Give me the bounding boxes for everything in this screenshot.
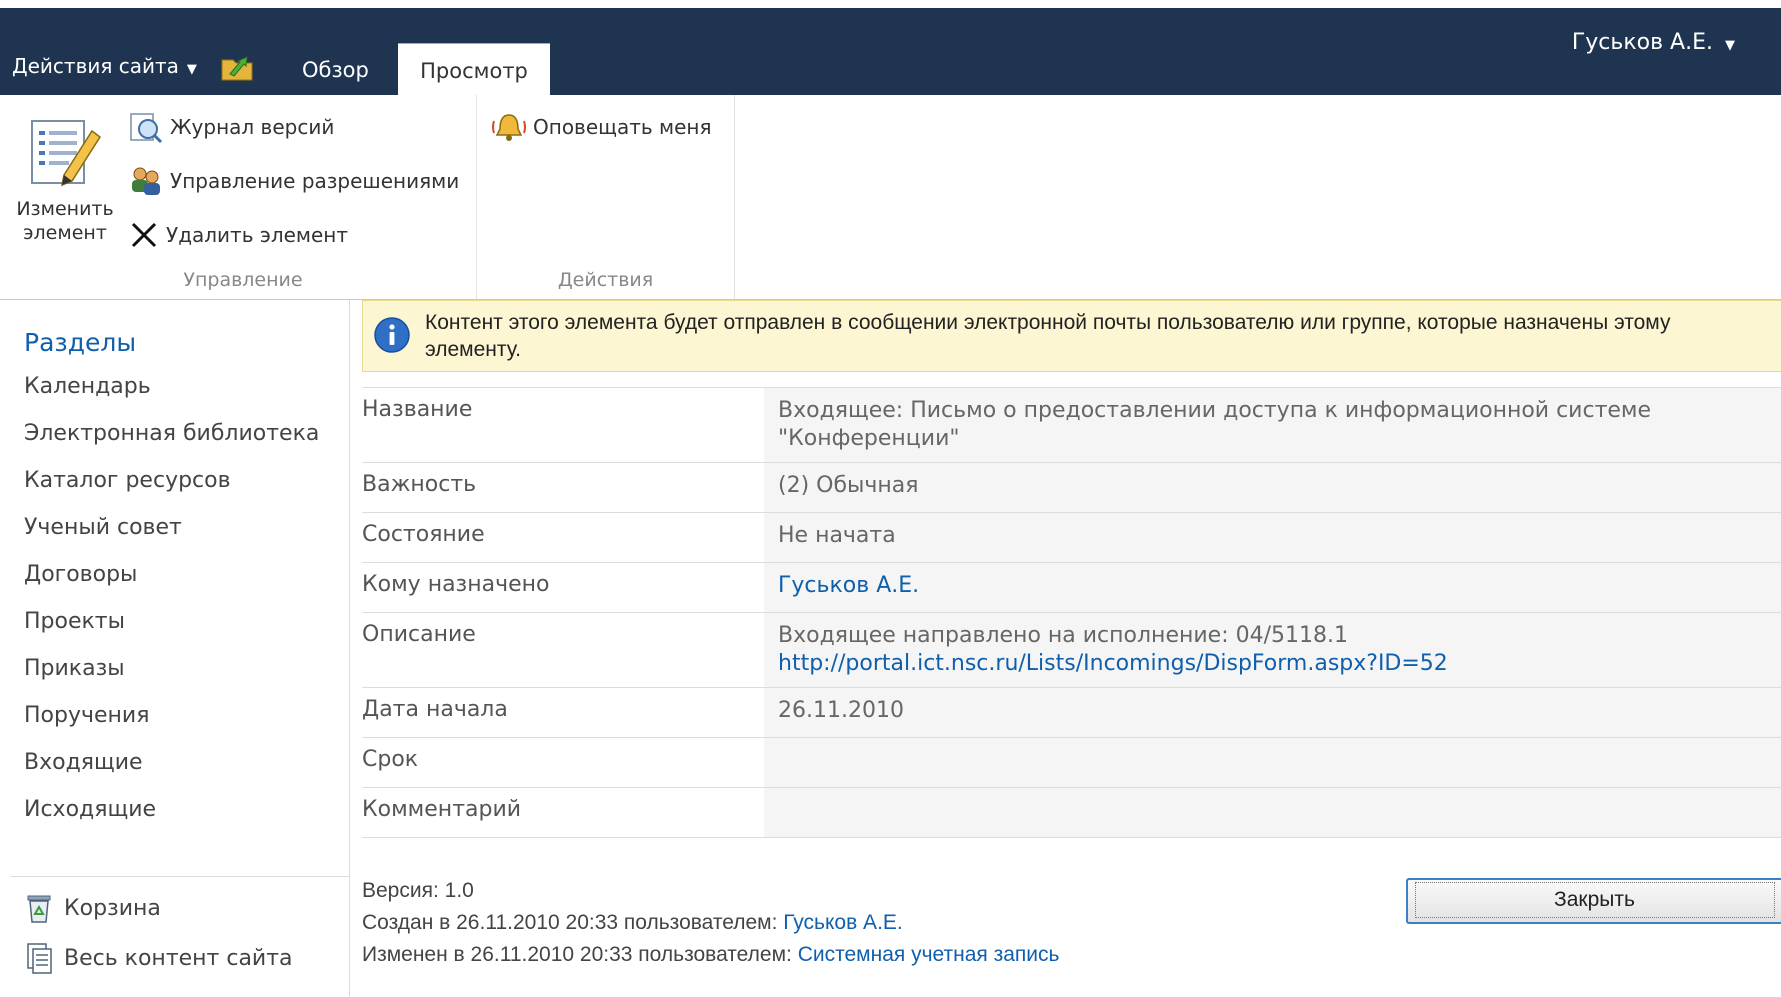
nav-header-sections[interactable]: Разделы [24,328,136,357]
close-button[interactable]: Закрыть [1406,878,1781,924]
info-message-bar: Контент этого элемента будет отправлен в… [362,300,1781,372]
chevron-down-icon: ▼ [186,62,197,77]
description-text: Входящее направлено на исполнение: 04/51… [778,623,1348,648]
delete-item-label: Удалить элемент [166,223,349,247]
tab-overview[interactable]: Обзор [302,58,369,82]
modified-info: Изменен в 26.11.2010 20:33 пользователем… [362,939,1059,971]
property-row-assigned-to: Кому назначено Гуськов А.Е. [362,563,1781,613]
property-value [764,738,1781,787]
nav-item-orders[interactable]: Приказы [24,654,319,701]
ribbon-group-actions: Оповещать меня Действия [477,95,735,299]
property-value: 26.11.2010 [764,688,1781,737]
item-properties: Название Входящее: Письмо о предоставлен… [362,387,1781,838]
created-info: Создан в 26.11.2010 20:33 пользователем:… [362,907,1059,939]
nav-item-incoming[interactable]: Входящие [24,748,319,795]
nav-all-site-content[interactable]: Весь контент сайта [24,942,293,974]
property-label: Кому назначено [362,572,550,597]
property-row-description: Описание Входящее направлено на исполнен… [362,613,1781,688]
manage-permissions-label: Управление разрешениями [170,169,460,193]
nav-item-resources[interactable]: Каталог ресурсов [24,466,319,513]
recycle-bin-label: Корзина [64,895,161,921]
nav-item-outgoing[interactable]: Исходящие [24,795,319,842]
nav-item-contracts[interactable]: Договоры [24,560,319,607]
nav-item-projects[interactable]: Проекты [24,607,319,654]
manage-permissions-button[interactable]: Управление разрешениями [128,163,459,199]
property-label: Важность [362,472,477,497]
version-number: Версия: 1.0 [362,879,474,902]
site-actions-menu[interactable]: Действия сайта ▼ [12,54,197,78]
edit-item-label: Изменить элемент [16,198,114,244]
ribbon-group-manage: Изменить элемент Журнал версий Управлени… [10,95,477,299]
tab-view[interactable]: Просмотр [398,43,550,95]
nav-divider [10,876,350,877]
alert-me-label: Оповещать меня [533,115,712,139]
edit-item-button[interactable]: Изменить элемент [10,113,120,263]
property-value: Входящее направлено на исполнение: 04/51… [764,613,1781,687]
ribbon: Изменить элемент Журнал версий Управлени… [0,95,1781,300]
property-label: Комментарий [362,797,522,822]
alert-me-button[interactable]: Оповещать меня [491,109,712,145]
property-row-due-date: Срок [362,738,1781,788]
property-label: Описание [362,622,476,647]
edit-document-icon [31,120,102,187]
property-value: Не начата [764,513,1781,562]
ribbon-group-actions-label: Действия [557,269,654,291]
recycle-bin-icon [27,895,51,923]
all-site-content-label: Весь контент сайта [64,945,293,971]
nav-item-calendar[interactable]: Календарь [24,372,319,419]
nav-item-assignments[interactable]: Поручения [24,701,319,748]
nav-item-library[interactable]: Электронная библиотека [24,419,319,466]
property-row-status: Состояние Не начата [362,513,1781,563]
navigate-up-icon[interactable] [220,50,256,82]
description-url-link[interactable]: http://portal.ict.nsc.ru/Lists/Incomings… [778,651,1448,676]
property-label: Срок [362,747,419,772]
top-bar [0,0,1781,95]
chevron-down-icon: ▼ [1725,38,1735,53]
created-by-link[interactable]: Гуськов А.Е. [783,911,902,934]
property-label: Состояние [362,522,485,547]
nav-item-academic-council[interactable]: Ученый совет [24,513,319,560]
property-row-comment: Комментарий [362,788,1781,838]
property-row-start-date: Дата начала 26.11.2010 [362,688,1781,738]
user-name: Гуськов А.Е. [1571,30,1713,55]
bell-alert-icon [492,114,526,141]
user-menu[interactable]: Гуськов А.Е. ▼ [1572,30,1735,55]
property-row-priority: Важность (2) Обычная [362,463,1781,513]
delete-item-button[interactable]: Удалить элемент [128,217,348,253]
delete-x-icon [131,222,157,248]
close-button-label: Закрыть [1414,882,1775,918]
info-icon [374,317,410,353]
modified-prefix: Изменен в 26.11.2010 20:33 пользователем… [362,943,798,966]
version-history-icon [130,113,163,143]
property-label: Название [362,397,473,422]
info-message-text: Контент этого элемента будет отправлен в… [425,311,1671,361]
left-navigation: Разделы Календарь Электронная библиотека… [0,300,350,997]
version-info: Версия: 1.0 Создан в 26.11.2010 20:33 по… [362,875,1059,971]
property-label: Дата начала [362,697,508,722]
property-value: (2) Обычная [764,463,1781,512]
users-permissions-icon [132,167,160,195]
modified-by-link[interactable]: Системная учетная запись [798,943,1060,966]
property-value: Гуськов А.Е. [764,563,1781,612]
ribbon-group-manage-label: Управление [183,269,303,291]
top-edge [0,0,1781,8]
assigned-user-link[interactable]: Гуськов А.Е. [778,573,919,598]
nav-recycle-bin[interactable]: Корзина [24,892,161,924]
version-history-button[interactable]: Журнал версий [128,109,334,145]
site-actions-label: Действия сайта [12,54,179,78]
documents-icon [27,943,52,974]
created-prefix: Создан в 26.11.2010 20:33 пользователем: [362,911,784,934]
nav-list: Календарь Электронная библиотека Каталог… [24,372,319,842]
property-row-title: Название Входящее: Письмо о предоставлен… [362,387,1781,463]
version-history-label: Журнал версий [170,115,335,139]
property-value: Входящее: Письмо о предоставлении доступ… [764,388,1781,462]
property-value [764,788,1781,837]
